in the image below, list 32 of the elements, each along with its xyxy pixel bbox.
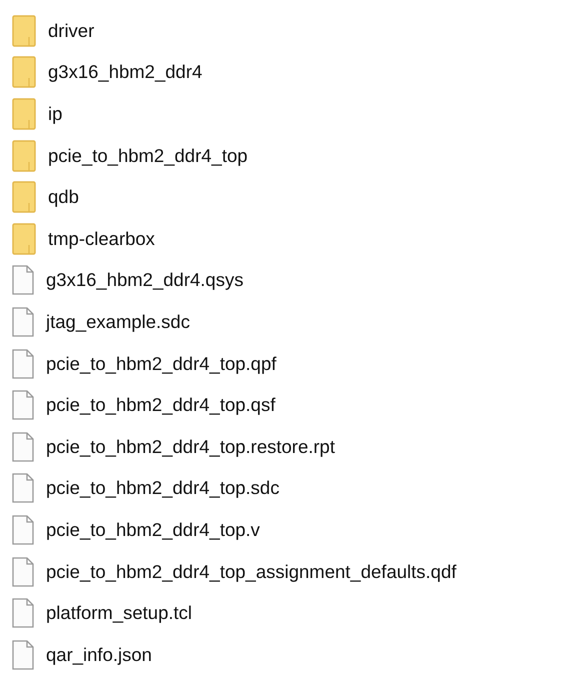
document-icon bbox=[12, 306, 34, 337]
folder-icon bbox=[12, 14, 36, 47]
document-icon bbox=[12, 640, 34, 670]
document-icon bbox=[12, 432, 34, 462]
document-icon bbox=[12, 265, 34, 296]
folder-icon bbox=[12, 181, 36, 214]
file-name[interactable]: g3x16_hbm2_ddr4.qsys bbox=[46, 269, 244, 292]
file-name[interactable]: qar_info.json bbox=[46, 644, 152, 666]
file-name[interactable]: pcie_to_hbm2_ddr4_top.v bbox=[46, 518, 260, 541]
document-icon bbox=[12, 473, 34, 504]
file-name[interactable]: tmp-clearbox bbox=[48, 228, 155, 250]
folder-icon bbox=[12, 98, 36, 130]
file-name[interactable]: pcie_to_hbm2_ddr4_top bbox=[48, 144, 248, 167]
document-icon bbox=[12, 556, 34, 587]
file-name[interactable]: pcie_to_hbm2_ddr4_top.sdc bbox=[46, 477, 280, 500]
folder-icon bbox=[12, 222, 36, 255]
document-icon bbox=[12, 348, 34, 379]
file-name[interactable]: ip bbox=[48, 102, 62, 125]
folder-icon bbox=[12, 140, 36, 172]
document-icon bbox=[12, 598, 34, 628]
file-name[interactable]: jtag_example.sdc bbox=[46, 310, 190, 333]
file-name[interactable]: qdb bbox=[48, 186, 79, 208]
file-name[interactable]: pcie_to_hbm2_ddr4_top_assignment_defaults.qdf bbox=[46, 560, 456, 583]
folder-icon bbox=[12, 56, 36, 88]
document-icon bbox=[12, 514, 34, 545]
file-name[interactable]: pcie_to_hbm2_ddr4_top.qpf bbox=[46, 352, 276, 375]
file-name[interactable]: g3x16_hbm2_ddr4 bbox=[48, 61, 202, 84]
file-name[interactable]: platform_setup.tcl bbox=[46, 602, 192, 624]
file-name[interactable]: pcie_to_hbm2_ddr4_top.qsf bbox=[46, 394, 276, 416]
file-name[interactable]: pcie_to_hbm2_ddr4_top.restore.rpt bbox=[46, 436, 335, 458]
document-icon bbox=[12, 390, 34, 420]
file-name[interactable]: driver bbox=[48, 20, 94, 42]
